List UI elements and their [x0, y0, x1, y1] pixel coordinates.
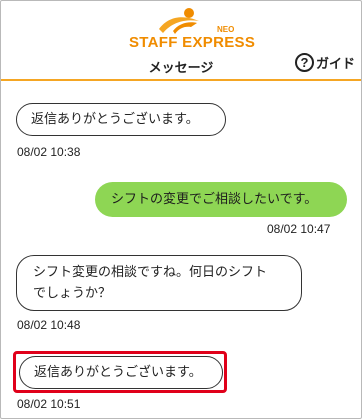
staff-express-logo: NEO STAFF EXPRESS [129, 7, 255, 51]
guide-button[interactable]: ? ガイド [294, 53, 355, 72]
message-text: 返信ありがとうございます。 [34, 365, 202, 380]
guide-label: ガイド [315, 57, 355, 72]
help-icon: ? [294, 53, 314, 72]
app-header: NEO STAFF EXPRESS メッセージ ? ガイド [1, 1, 361, 81]
message-timestamp: 08/02 10:51 [17, 397, 81, 411]
received-message-bubble: 返信ありがとうございます。 [19, 356, 223, 389]
message-timestamp: 08/02 10:38 [17, 145, 81, 159]
message-timestamp: 08/02 10:48 [17, 318, 81, 332]
sent-message-bubble: シフトの変更でご相談したいです。 [95, 182, 347, 217]
logo-text: STAFF EXPRESS [129, 34, 256, 51]
logo-figure-icon [159, 8, 199, 34]
message-timestamp: 08/02 10:47 [267, 222, 331, 236]
logo-neo-text: NEO [217, 25, 235, 34]
received-message-bubble: シフト変更の相談ですね。何日のシフト でしょうか？ [16, 255, 302, 311]
message-text: シフトの変更でご相談したいです。 [111, 192, 318, 207]
message-text-line: でしょうか？ [33, 286, 112, 301]
messages-screen: NEO STAFF EXPRESS メッセージ ? ガイド 返信ありがとうござい… [0, 0, 362, 419]
message-text: 返信ありがとうございます。 [31, 112, 199, 127]
message-text-line: シフト変更の相談ですね。何日のシフト [33, 265, 268, 280]
received-message-bubble: 返信ありがとうございます。 [16, 103, 226, 136]
